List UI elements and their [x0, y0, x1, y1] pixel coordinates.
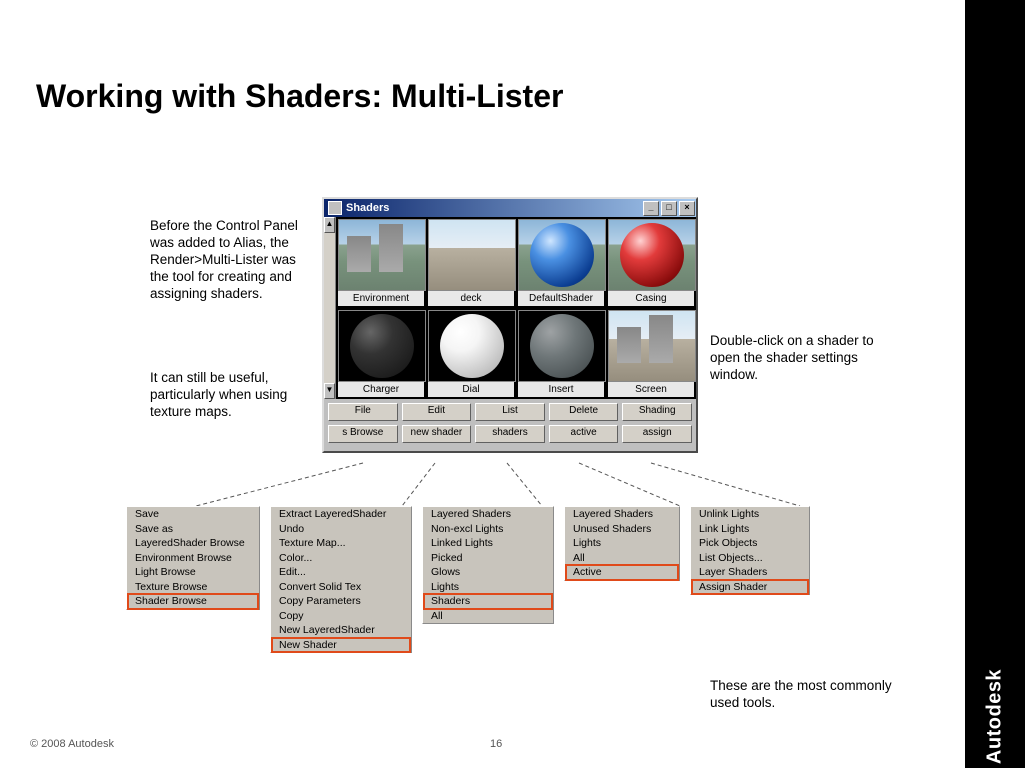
menu-item[interactable]: All: [565, 551, 679, 566]
menu-item[interactable]: Lights: [423, 580, 553, 595]
menu-item[interactable]: Picked: [423, 551, 553, 566]
menu-item[interactable]: Lights: [565, 536, 679, 551]
menu-item[interactable]: Texture Map...: [271, 536, 411, 551]
newshader-button[interactable]: new shader: [402, 425, 472, 443]
menu-row: SaveSave asLayeredShader BrowseEnvironme…: [126, 506, 916, 653]
close-button[interactable]: ×: [679, 201, 695, 216]
system-menu-icon[interactable]: [328, 201, 342, 215]
button-row-1: File Edit List Delete Shading: [328, 403, 692, 421]
slide-area: Working with Shaders: Multi-Lister Befor…: [0, 0, 965, 768]
shaders-button[interactable]: shaders: [475, 425, 545, 443]
shader-scrollbar[interactable]: ▲ ▼: [324, 217, 336, 399]
active-button[interactable]: active: [549, 425, 619, 443]
shaders-window: Shaders _ □ × ▲ ▼ Environment: [322, 197, 698, 453]
dropdown-menu-4: Unlink LightsLink LightsPick ObjectsList…: [690, 506, 810, 595]
menu-item[interactable]: Unused Shaders: [565, 522, 679, 537]
shader-swatch-casing[interactable]: Casing: [606, 217, 696, 308]
menu-item-highlighted[interactable]: New Shader: [271, 637, 411, 654]
intro-paragraph-2: It can still be useful, particularly whe…: [150, 370, 305, 421]
page-title: Working with Shaders: Multi-Lister: [36, 78, 563, 115]
assign-button[interactable]: assign: [622, 425, 692, 443]
shader-swatch-default[interactable]: DefaultShader: [516, 217, 606, 308]
shader-swatch-screen[interactable]: Screen: [606, 308, 696, 399]
shading-button[interactable]: Shading: [622, 403, 692, 421]
menu-item[interactable]: Convert Solid Tex: [271, 580, 411, 595]
swatch-label: Insert: [518, 382, 604, 397]
menu-item[interactable]: Glows: [423, 565, 553, 580]
dropdown-menu-0: SaveSave asLayeredShader BrowseEnvironme…: [126, 506, 260, 610]
edit-button[interactable]: Edit: [402, 403, 472, 421]
brand-logo: Autodesk: [984, 669, 1007, 764]
menu-item[interactable]: New LayeredShader: [271, 623, 411, 638]
swatch-label: Casing: [608, 291, 694, 306]
menu-item[interactable]: Pick Objects: [691, 536, 809, 551]
shader-swatch-dial[interactable]: Dial: [426, 308, 516, 399]
menu-item[interactable]: Layered Shaders: [423, 507, 553, 522]
swatch-label: Dial: [428, 382, 514, 397]
menu-item[interactable]: All: [423, 609, 553, 624]
callout-common-tools: These are the most commonly used tools.: [710, 678, 910, 712]
file-button[interactable]: File: [328, 403, 398, 421]
swatch-label: deck: [428, 291, 514, 306]
swatch-label: DefaultShader: [518, 291, 604, 306]
dropdown-menu-3: Layered ShadersUnused ShadersLightsAllAc…: [564, 506, 680, 581]
menu-item[interactable]: Copy: [271, 609, 411, 624]
menu-item[interactable]: Link Lights: [691, 522, 809, 537]
menu-item[interactable]: Environment Browse: [127, 551, 259, 566]
menu-item-highlighted[interactable]: Shaders: [423, 593, 553, 610]
menu-item[interactable]: Non-excl Lights: [423, 522, 553, 537]
menu-item[interactable]: Linked Lights: [423, 536, 553, 551]
swatch-label: Screen: [608, 382, 694, 397]
shader-swatch-environment[interactable]: Environment: [336, 217, 426, 308]
button-row-2: s Browse new shader shaders active assig…: [328, 425, 692, 443]
menu-item[interactable]: Undo: [271, 522, 411, 537]
window-title: Shaders: [346, 202, 389, 214]
page-number: 16: [490, 738, 502, 750]
window-titlebar[interactable]: Shaders _ □ ×: [324, 199, 696, 217]
menu-item[interactable]: Layered Shaders: [565, 507, 679, 522]
menu-item[interactable]: List Objects...: [691, 551, 809, 566]
dropdown-menu-2: Layered ShadersNon-excl LightsLinked Lig…: [422, 506, 554, 624]
menu-item[interactable]: Extract LayeredShader: [271, 507, 411, 522]
menu-item-highlighted[interactable]: Shader Browse: [127, 593, 259, 610]
menu-item-highlighted[interactable]: Active: [565, 564, 679, 581]
swatch-label: Charger: [338, 382, 424, 397]
maximize-button[interactable]: □: [661, 201, 677, 216]
swatch-label: Environment: [338, 291, 424, 306]
menu-item[interactable]: Copy Parameters: [271, 594, 411, 609]
menu-item[interactable]: Layer Shaders: [691, 565, 809, 580]
menu-item[interactable]: Save: [127, 507, 259, 522]
delete-button[interactable]: Delete: [549, 403, 619, 421]
scroll-down-icon[interactable]: ▼: [324, 383, 335, 399]
menu-item[interactable]: Edit...: [271, 565, 411, 580]
shader-swatch-insert[interactable]: Insert: [516, 308, 606, 399]
menu-item-highlighted[interactable]: Assign Shader: [691, 579, 809, 596]
menu-item[interactable]: Unlink Lights: [691, 507, 809, 522]
scroll-up-icon[interactable]: ▲: [324, 217, 335, 233]
shader-swatch-charger[interactable]: Charger: [336, 308, 426, 399]
copyright: © 2008 Autodesk: [30, 738, 114, 750]
menu-item[interactable]: LayeredShader Browse: [127, 536, 259, 551]
menu-item[interactable]: Save as: [127, 522, 259, 537]
brand-strip: Autodesk: [965, 0, 1025, 768]
list-button[interactable]: List: [475, 403, 545, 421]
shader-swatch-deck[interactable]: deck: [426, 217, 516, 308]
callout-double-click: Double-click on a shader to open the sha…: [710, 333, 880, 384]
dropdown-menu-1: Extract LayeredShaderUndoTexture Map...C…: [270, 506, 412, 653]
menu-item[interactable]: Color...: [271, 551, 411, 566]
menu-item[interactable]: Texture Browse: [127, 580, 259, 595]
intro-paragraph-1: Before the Control Panel was added to Al…: [150, 218, 305, 302]
menu-item[interactable]: Light Browse: [127, 565, 259, 580]
sbrowse-button[interactable]: s Browse: [328, 425, 398, 443]
minimize-button[interactable]: _: [643, 201, 659, 216]
